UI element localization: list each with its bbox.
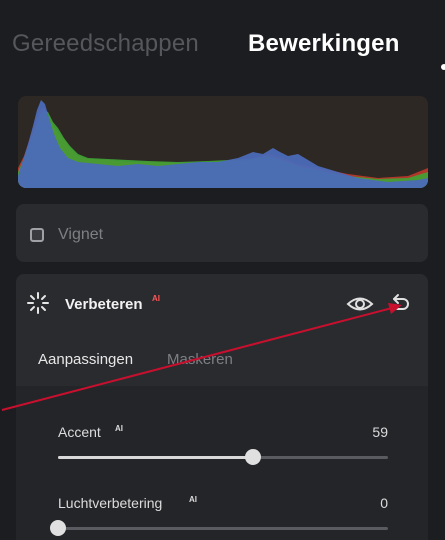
luchtverbetering-value: 0 bbox=[380, 495, 388, 511]
histogram-graph bbox=[18, 100, 428, 188]
vignet-panel[interactable]: Vignet bbox=[16, 204, 428, 262]
active-tab-dot bbox=[441, 64, 445, 70]
accent-value: 59 bbox=[372, 424, 388, 440]
luchtverbetering-label: Luchtverbetering bbox=[58, 495, 163, 511]
tab-aanpassingen[interactable]: Aanpassingen bbox=[38, 351, 133, 368]
undo-icon[interactable] bbox=[390, 291, 412, 313]
tab-bewerkingen[interactable]: Bewerkingen bbox=[248, 30, 400, 58]
vignet-checkbox[interactable] bbox=[30, 228, 44, 242]
tab-maskeren[interactable]: Maskeren bbox=[167, 351, 233, 368]
enhance-title: Verbeteren bbox=[65, 296, 143, 313]
enhance-subtabs: Aanpassingen Maskeren bbox=[16, 334, 428, 386]
luchtverbetering-slider-thumb[interactable] bbox=[50, 520, 66, 536]
histogram bbox=[18, 96, 428, 188]
accent-slider-thumb[interactable] bbox=[244, 449, 261, 465]
luchtverbetering-ai-badge: AI bbox=[189, 495, 197, 504]
accent-label: Accent bbox=[58, 424, 101, 440]
accent-slider-track[interactable] bbox=[58, 449, 388, 465]
enhance-panel: Verbeteren AI Aanpassingen Maskeren Acce… bbox=[16, 274, 428, 540]
accent-slider-fill bbox=[58, 456, 253, 459]
vignet-label: Vignet bbox=[58, 226, 104, 243]
sparkle-icon bbox=[27, 292, 49, 314]
enhance-header[interactable]: Verbeteren AI bbox=[16, 274, 428, 334]
tab-gereedschappen[interactable]: Gereedschappen bbox=[12, 30, 199, 58]
eye-icon[interactable] bbox=[346, 294, 374, 314]
top-tabs: Gereedschappen Bewerkingen bbox=[12, 30, 445, 70]
luchtverbetering-slider-track[interactable] bbox=[50, 520, 388, 536]
enhance-ai-badge: AI bbox=[152, 294, 160, 303]
histogram-blue-channel bbox=[18, 100, 428, 188]
accent-ai-badge: AI bbox=[115, 424, 123, 433]
